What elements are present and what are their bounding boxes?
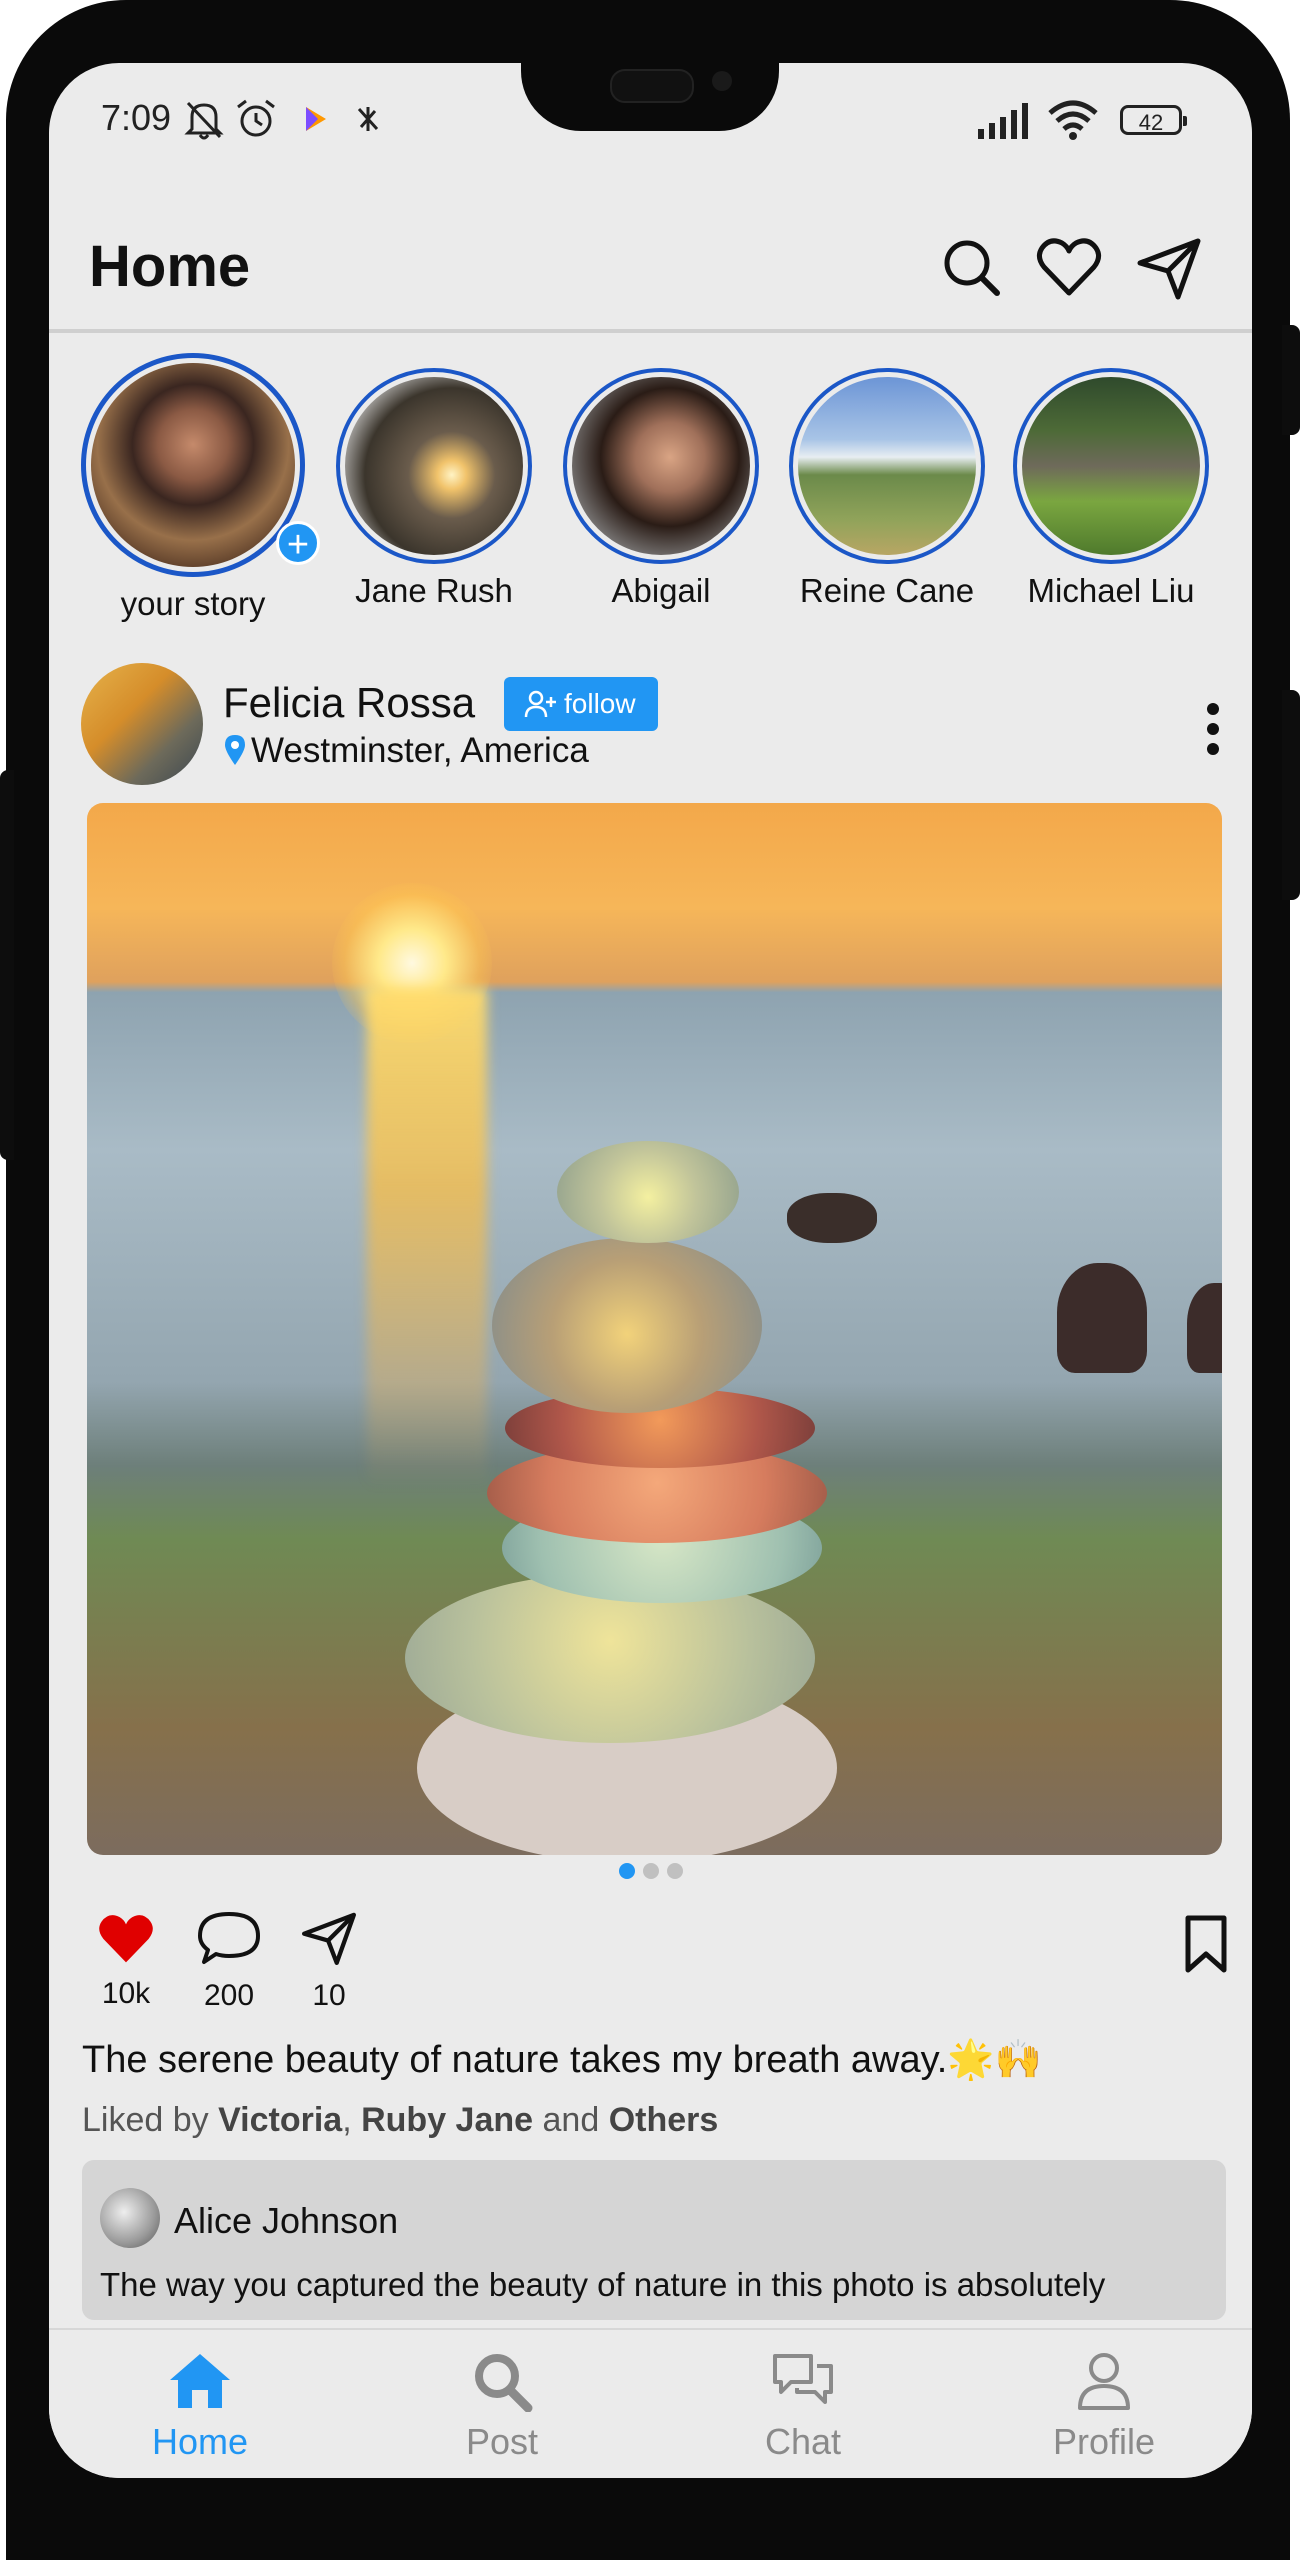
story-label: Jane Rush (355, 572, 513, 609)
author-name[interactable]: Felicia Rossa (223, 679, 475, 727)
liked-by-others[interactable]: Others (609, 2101, 719, 2139)
heart-filled-icon (99, 1915, 153, 1963)
commenter-name[interactable]: Alice Johnson (174, 2200, 398, 2242)
add-story-icon[interactable]: + (276, 521, 320, 566)
story-abigail[interactable]: Abigail (561, 368, 761, 610)
commenter-avatar[interactable] (100, 2188, 160, 2248)
story-avatar (798, 377, 976, 555)
story-avatar-ring (336, 368, 532, 564)
post-header: Felicia Rossa follow Westminster, Americ… (81, 663, 1252, 793)
chat-icon (773, 2354, 833, 2404)
app-notification-icon (357, 107, 379, 131)
story-label: Reine Cane (799, 572, 975, 609)
battery-indicator: 42 (1120, 105, 1187, 135)
story-jane-rush[interactable]: Jane Rush (334, 368, 534, 610)
comment-text: The way you captured the beauty of natur… (100, 2266, 1106, 2303)
power-button (1282, 325, 1300, 435)
stone (557, 1141, 739, 1243)
nav-label: Chat (764, 2421, 842, 2462)
story-avatar (1022, 377, 1200, 555)
signal-icon (978, 103, 1028, 139)
comment-preview[interactable]: Alice Johnson The way you captured the b… (82, 2160, 1226, 2320)
home-icon (170, 2354, 230, 2408)
stone (492, 1238, 762, 1413)
nav-chat[interactable]: Chat (703, 2350, 903, 2463)
comment-count: 200 (203, 1979, 255, 2012)
page-title: Home (89, 234, 251, 299)
story-label: your story (120, 585, 266, 622)
rock (787, 1193, 877, 1243)
liked-by-user[interactable]: Ruby Jane (361, 2101, 533, 2139)
post-location: Westminster, America (223, 731, 589, 771)
story-avatar-ring (81, 353, 305, 577)
location-text: Westminster, America (251, 731, 589, 770)
rock (1187, 1283, 1222, 1373)
story-avatar-ring (1013, 368, 1209, 564)
nav-label: Post (465, 2421, 539, 2462)
status-time: 7:09 (101, 97, 172, 138)
post-actions: 10k 200 10 (49, 1908, 1252, 2038)
nav-label: Profile (1052, 2421, 1156, 2462)
author-avatar[interactable] (81, 663, 203, 785)
post-caption: The serene beauty of nature takes my bre… (82, 2039, 1042, 2081)
search-icon (475, 2354, 533, 2413)
liked-by-and: and (533, 2101, 609, 2139)
liked-by-prefix: Liked by (82, 2101, 219, 2139)
location-pin-icon (225, 734, 245, 765)
search-icon[interactable] (937, 233, 1007, 303)
app-bar: Home (49, 213, 1252, 323)
side-button (1282, 690, 1300, 900)
story-label: Michael Liu (1027, 572, 1195, 609)
liked-by-separator: , (342, 2101, 362, 2139)
rock (1057, 1263, 1147, 1373)
story-michael-liu[interactable]: Michael Liu (1011, 368, 1211, 610)
pager-dot[interactable] (642, 1863, 659, 1879)
nav-label: Home (151, 2421, 249, 2462)
post-image[interactable] (87, 803, 1222, 1855)
liked-by: Liked by Victoria, Ruby Jane and Others (82, 2101, 718, 2140)
nav-profile[interactable]: Profile (1004, 2350, 1204, 2463)
sun-reflection (367, 988, 487, 1488)
comment-icon (198, 1912, 260, 1964)
send-icon[interactable] (1134, 233, 1204, 303)
alarm-icon (237, 99, 275, 137)
follow-label: follow (564, 688, 636, 719)
profile-icon (1078, 2353, 1130, 2410)
comment-button[interactable]: 200 (189, 1908, 269, 2013)
liked-by-user[interactable]: Victoria (218, 2101, 342, 2139)
share-icon (302, 1912, 356, 1965)
share-button[interactable]: 10 (289, 1908, 369, 2013)
like-count: 10k (101, 1977, 151, 2010)
play-store-icon (306, 107, 326, 131)
story-avatar (345, 377, 523, 555)
screen: 7:09 42 Home + your story Jane Rush Abig… (49, 63, 1252, 2478)
bookmark-icon[interactable] (1183, 1914, 1229, 1974)
story-your-story[interactable]: + your story (81, 353, 320, 623)
mute-icon (184, 101, 224, 140)
nav-home[interactable]: Home (100, 2350, 300, 2463)
story-avatar (572, 377, 750, 555)
follow-button[interactable]: follow (504, 677, 658, 731)
nav-post[interactable]: Post (402, 2350, 602, 2463)
story-avatar (91, 363, 295, 567)
add-user-icon (524, 690, 556, 717)
pager-dot[interactable] (666, 1863, 683, 1879)
pager-dot[interactable] (618, 1863, 635, 1879)
story-label: Abigail (611, 572, 711, 609)
story-reine-cane[interactable]: Reine Cane (787, 368, 987, 610)
volume-button (0, 770, 14, 1160)
like-button[interactable]: 10k (91, 1908, 161, 2011)
heart-icon[interactable] (1034, 233, 1104, 303)
header-divider (49, 329, 1252, 333)
story-avatar-ring (789, 368, 985, 564)
more-options-icon[interactable] (1205, 699, 1221, 759)
story-avatar-ring (563, 368, 759, 564)
bottom-navigation: Home Post Chat Profile (49, 2328, 1252, 2478)
wifi-icon (1048, 100, 1098, 140)
image-pager (49, 1863, 1252, 1884)
share-count: 10 (312, 1979, 346, 2012)
status-bar: 7:09 42 (49, 93, 1252, 153)
